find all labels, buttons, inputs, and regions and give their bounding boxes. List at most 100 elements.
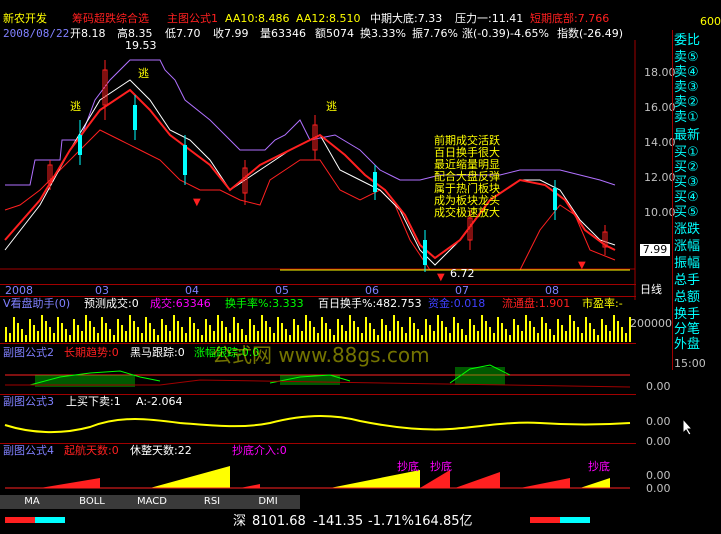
volume-bar [245, 335, 247, 342]
volume-bar [197, 329, 199, 342]
volume-bar [189, 317, 191, 342]
volume-bar [377, 335, 379, 342]
volume-bar [5, 327, 7, 342]
volume-bar [53, 333, 55, 342]
quote-amplitude: 振7.76% [412, 27, 458, 40]
down-arrow-icon: ▼ [578, 260, 586, 271]
sidebar-buy-4: 买④ [674, 190, 699, 205]
sidebar-buy-5: 买⑤ [674, 205, 699, 220]
sidebar-top-label: 委比 [674, 33, 701, 48]
volume-bar [425, 319, 427, 342]
sub4-rest: 休整天数:22 [130, 444, 192, 457]
quote-date: 2008/08/22 [3, 27, 70, 40]
volume-bar [61, 323, 63, 342]
volume-bar [501, 323, 503, 342]
quote-index: 指数(-26.49) [557, 27, 624, 40]
volume-bar [413, 323, 415, 342]
current-price-badge: 7.99 [640, 244, 670, 256]
sidebar-buy-2: 买② [674, 160, 699, 175]
volume-bar [337, 319, 339, 342]
sidebar-buy-3: 买③ [674, 175, 699, 190]
volume-bar [237, 323, 239, 342]
sub3-y-tick-2: 0.00 [646, 435, 671, 448]
volume-bar [69, 335, 71, 342]
sidebar-sell-1: 卖⑤ [674, 50, 699, 65]
sidebar-stat: 涨跌 [674, 222, 701, 237]
volume-bar [497, 317, 499, 342]
volume-bar [601, 319, 603, 342]
volume-bar [297, 325, 299, 342]
volume-bar [421, 335, 423, 342]
sub4-title[interactable]: 副图公式4 [3, 445, 54, 457]
volume-bar [397, 321, 399, 342]
volume-bar [617, 321, 619, 342]
volume-bar [117, 319, 119, 342]
sidebar-latest: 最新 [674, 128, 701, 143]
main-chart[interactable]: ▼ ▼ ▼ [0, 40, 636, 300]
sub4-y-tick-2: 0.00 [646, 482, 671, 495]
sub3-y-tick-1: 0.00 [646, 415, 671, 428]
pressure-line [5, 59, 616, 186]
volume-bar [373, 329, 375, 342]
volume-bar [317, 333, 319, 342]
volume-bar [265, 321, 267, 342]
stock-name: 新农开发 [3, 12, 47, 25]
volume-bar [389, 331, 391, 342]
tab-rsi[interactable]: RSI [192, 495, 232, 509]
volume-bar [81, 331, 83, 342]
escape-label-1: 逃 [70, 100, 81, 113]
sidebar-buy-1: 买① [674, 145, 699, 160]
volume-bar [429, 325, 431, 342]
ma-line [4, 88, 616, 260]
aa12-value: AA12:8.510 [296, 12, 361, 25]
sub4-bottom-buy: 抄底介入:0 [232, 444, 287, 457]
volume-bar [361, 333, 363, 342]
volume-bar [353, 321, 355, 342]
tab-macd[interactable]: MACD [132, 495, 172, 509]
tab-ma[interactable]: MA [14, 495, 50, 509]
quote-amount: 额5074 [315, 27, 354, 40]
volume-bar [77, 325, 79, 342]
peak-price-label: 19.53 [125, 39, 157, 52]
cycle-label[interactable]: 日线 [640, 284, 662, 296]
volume-bar [201, 335, 203, 342]
formula-title[interactable]: 筹码超跌综合选 [72, 13, 149, 25]
sidebar-sell-2: 卖④ [674, 65, 699, 80]
y-tick-18: 18.00 [644, 66, 676, 79]
tab-dmi[interactable]: DMI [248, 495, 288, 509]
status-bar-cyan-2 [560, 517, 590, 523]
tab-boll[interactable]: BOLL [72, 495, 112, 509]
volume-bar [289, 335, 291, 342]
volume-bar [629, 317, 631, 342]
volume-bar [621, 327, 623, 342]
volume-bar [589, 323, 591, 342]
quote-turnover: 换3.33% [360, 27, 406, 40]
volume-bar [141, 333, 143, 342]
y-tick-14: 14.00 [644, 136, 676, 149]
sub1-predicted: 预测成交:0 [84, 297, 139, 310]
sidebar-stat: 振幅 [674, 256, 701, 271]
sub4-y-tick-1: 0.00 [646, 469, 671, 482]
volume-bar [173, 315, 175, 342]
volume-bar [305, 315, 307, 342]
y-tick-10: 10.00 [644, 206, 676, 219]
volume-bar [37, 331, 39, 342]
volume-bar [257, 331, 259, 342]
main-formula-label[interactable]: 主图公式1 [167, 13, 218, 25]
volume-bar [129, 315, 131, 342]
sub1-title[interactable]: V看盘助手(0) [3, 298, 70, 310]
volume-bar [253, 325, 255, 342]
sub1-volume: 成交:63346 [150, 297, 211, 310]
volume-bar [613, 315, 615, 342]
sub1-turnover: 换手率%:3.333 [225, 297, 304, 310]
volume-bar [357, 327, 359, 342]
volume-bar [437, 315, 439, 342]
volume-bar [57, 317, 59, 342]
volume-bar [25, 335, 27, 342]
volume-bar [221, 321, 223, 342]
sub1-inflow: 资金:0.018 [428, 297, 486, 310]
annotation-line: 成交极速放大 [434, 206, 500, 219]
status-bar-red [5, 517, 35, 523]
sidebar-stat: 涨幅 [674, 239, 701, 254]
volume-bar [49, 327, 51, 342]
